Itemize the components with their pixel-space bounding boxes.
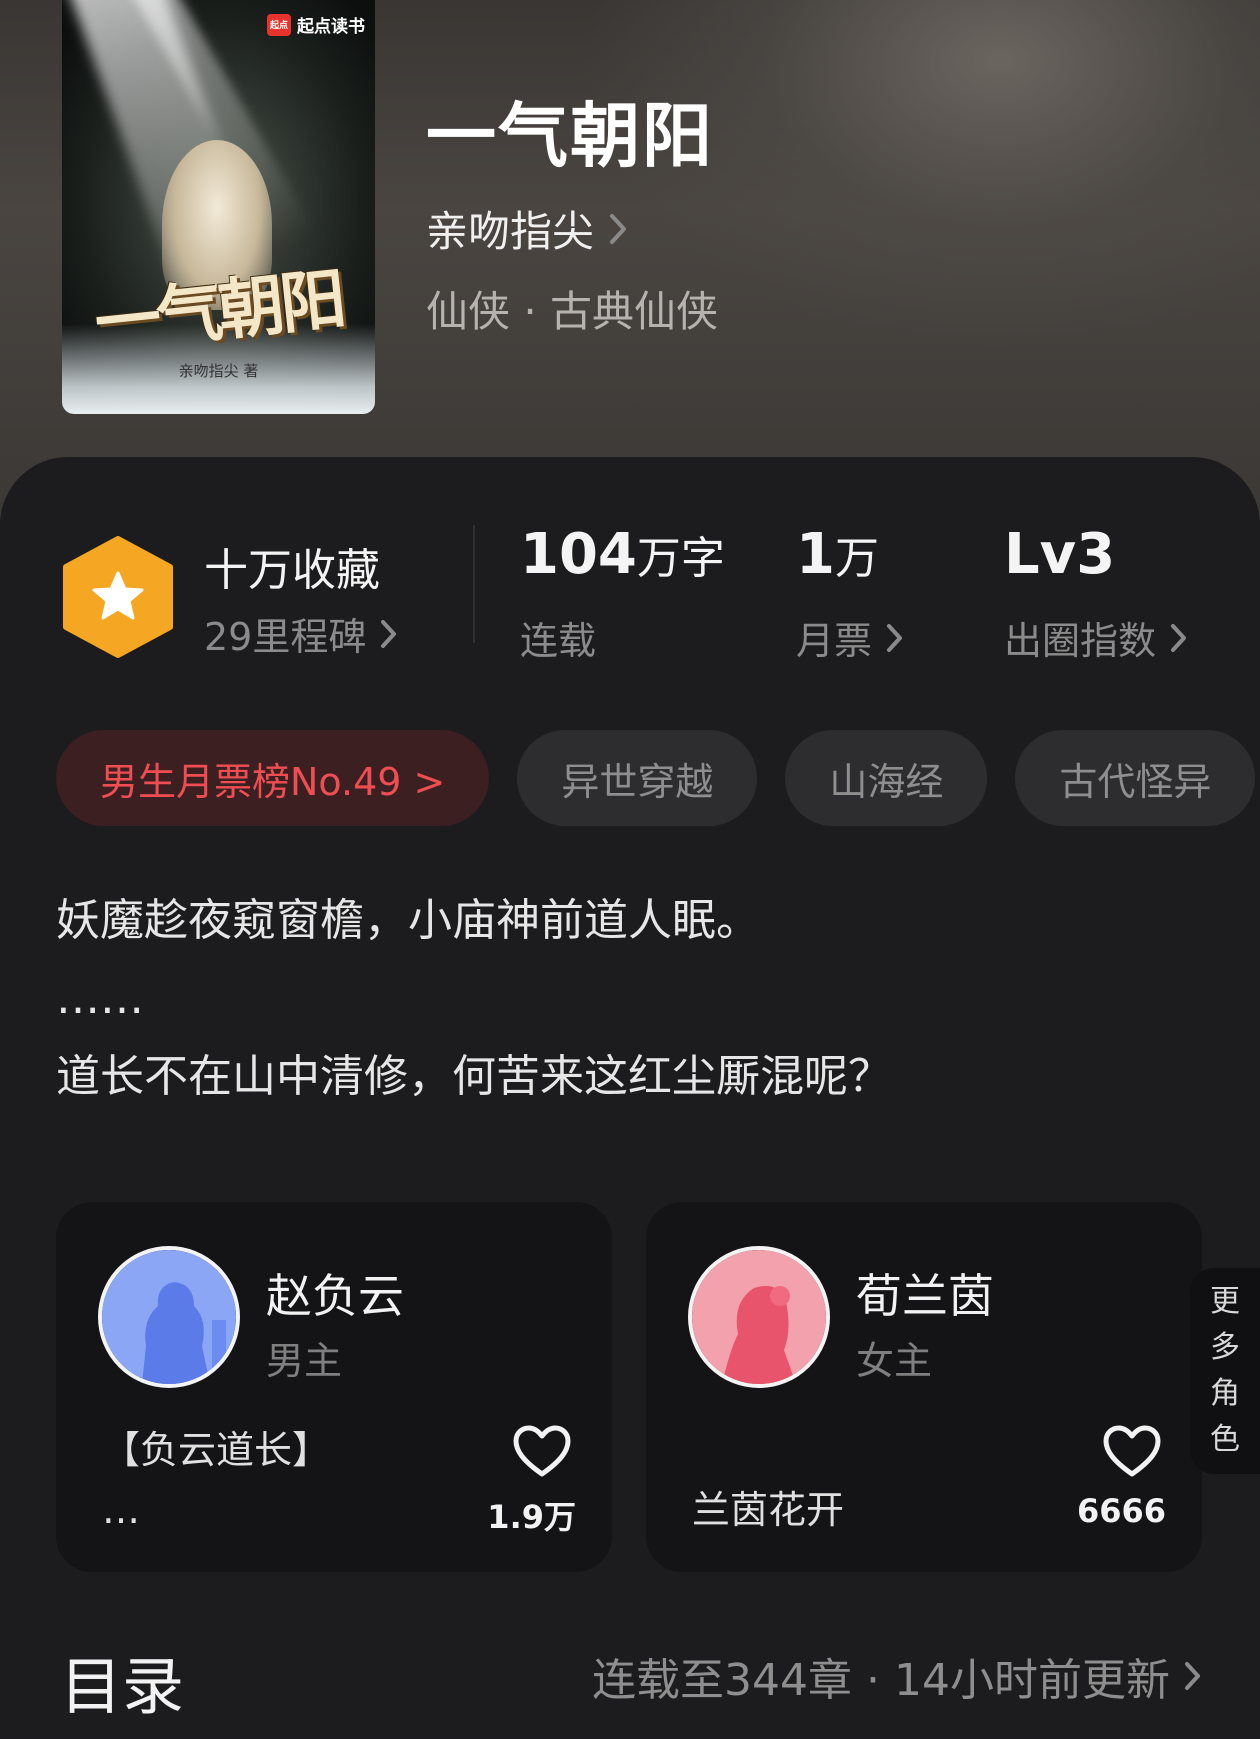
description-line: 妖魔趁夜窥窗檐，小庙神前道人眠。 (56, 895, 760, 946)
cover-brand-text: 起点读书 (297, 17, 365, 37)
qidian-logo-icon: 起点 (267, 13, 291, 36)
role-description-line: 【负云道长】 (102, 1428, 331, 1472)
role-name: 荀兰茵 (856, 1269, 994, 1323)
chevron-right-icon (1185, 1662, 1200, 1690)
description-line: …… (56, 973, 144, 1024)
stats-divider (473, 525, 475, 643)
heart-icon[interactable] (1102, 1424, 1162, 1480)
milestones-link[interactable]: 29里程碑 (204, 606, 398, 661)
role-card[interactable]: 荀兰茵 女主 兰茵花开 6666 (646, 1202, 1202, 1572)
circle-level-value: Lv3 (1004, 522, 1116, 587)
word-count-unit: 万字 (636, 533, 725, 584)
monthly-votes-label: 月票 (796, 619, 873, 663)
role-type: 女主 (856, 1339, 933, 1383)
chevron-right-icon (1171, 623, 1187, 652)
monthly-votes-number: 1 (796, 522, 835, 587)
author-name: 亲吻指尖 (426, 207, 595, 256)
role-card[interactable]: 赵负云 男主 【负云道长】 … 1.9万 (56, 1202, 612, 1572)
book-description[interactable]: 妖魔趁夜窥窗檐，小庙神前道人眠。 …… 道长不在山中清修，何苦来这红尘厮混呢？ (56, 882, 1206, 1116)
description-line: 道长不在山中清修，何苦来这红尘厮混呢？ (56, 1051, 892, 1102)
chevron-right-icon (381, 619, 397, 648)
role-description: 兰茵花开 (692, 1488, 845, 1532)
toc-update-info: 连载至344章 · 14小时前更新 (592, 1655, 1170, 1706)
more-roles-char: 更 (1210, 1284, 1240, 1319)
more-roles-button[interactable]: 更 多 角 色 (1190, 1268, 1260, 1474)
role-avatar-male-icon (102, 1250, 236, 1384)
milestones-label: 29里程碑 (204, 615, 367, 659)
role-type: 男主 (266, 1339, 343, 1383)
word-count: 104万字 (520, 522, 725, 587)
toc-title: 目录 (60, 1650, 185, 1723)
tag-row: 男生月票榜No.49 > 异世穿越 山海经 古代怪异 (56, 730, 1256, 826)
favorites-count: 十万收藏 (204, 545, 380, 596)
tag-chip[interactable]: 异世穿越 (517, 730, 758, 826)
book-cover[interactable]: 起点 起点读书 一气朝阳 亲吻指尖 著 (62, 0, 375, 414)
role-avatar-female-icon (692, 1250, 826, 1384)
author-link[interactable]: 亲吻指尖 (426, 198, 628, 259)
role-likes: 1.9万 (487, 1498, 576, 1536)
avatar (688, 1246, 830, 1388)
monthly-votes: 1万 (796, 522, 879, 587)
cover-brand: 起点 起点读书 (267, 12, 365, 37)
circle-index-link[interactable]: 出圈指数 (1004, 610, 1188, 665)
serial-status: 连载 (520, 619, 597, 663)
more-roles-char: 多 (1210, 1330, 1240, 1365)
monthly-votes-unit: 万 (834, 533, 879, 584)
more-roles-char: 角 (1210, 1376, 1240, 1411)
role-name: 赵负云 (266, 1269, 404, 1323)
toc-link[interactable]: 连载至344章 · 14小时前更新 (592, 1644, 1202, 1708)
tag-chip[interactable]: 古代怪异 (1015, 730, 1256, 826)
monthly-votes-link[interactable]: 月票 (796, 610, 904, 665)
ranking-tag[interactable]: 男生月票榜No.49 > (56, 730, 490, 826)
word-count-number: 104 (520, 522, 637, 587)
chevron-right-icon (610, 213, 627, 244)
heart-icon[interactable] (512, 1424, 572, 1480)
role-likes: 6666 (1076, 1492, 1166, 1530)
avatar (98, 1246, 240, 1388)
circle-index-label: 出圈指数 (1004, 619, 1157, 663)
book-title: 一气朝阳 (426, 94, 714, 177)
role-description: 【负云道长】 … (102, 1420, 330, 1540)
star-badge-icon (63, 536, 173, 658)
chevron-right-icon (887, 623, 903, 652)
cover-author: 亲吻指尖 著 (178, 362, 259, 380)
circle-level: Lv3 (1004, 522, 1115, 587)
more-roles-char: 色 (1210, 1422, 1240, 1457)
role-description-line: … (102, 1488, 140, 1532)
tag-chip[interactable]: 山海经 (785, 730, 988, 826)
book-genre[interactable]: 仙侠 · 古典仙侠 (426, 278, 718, 339)
